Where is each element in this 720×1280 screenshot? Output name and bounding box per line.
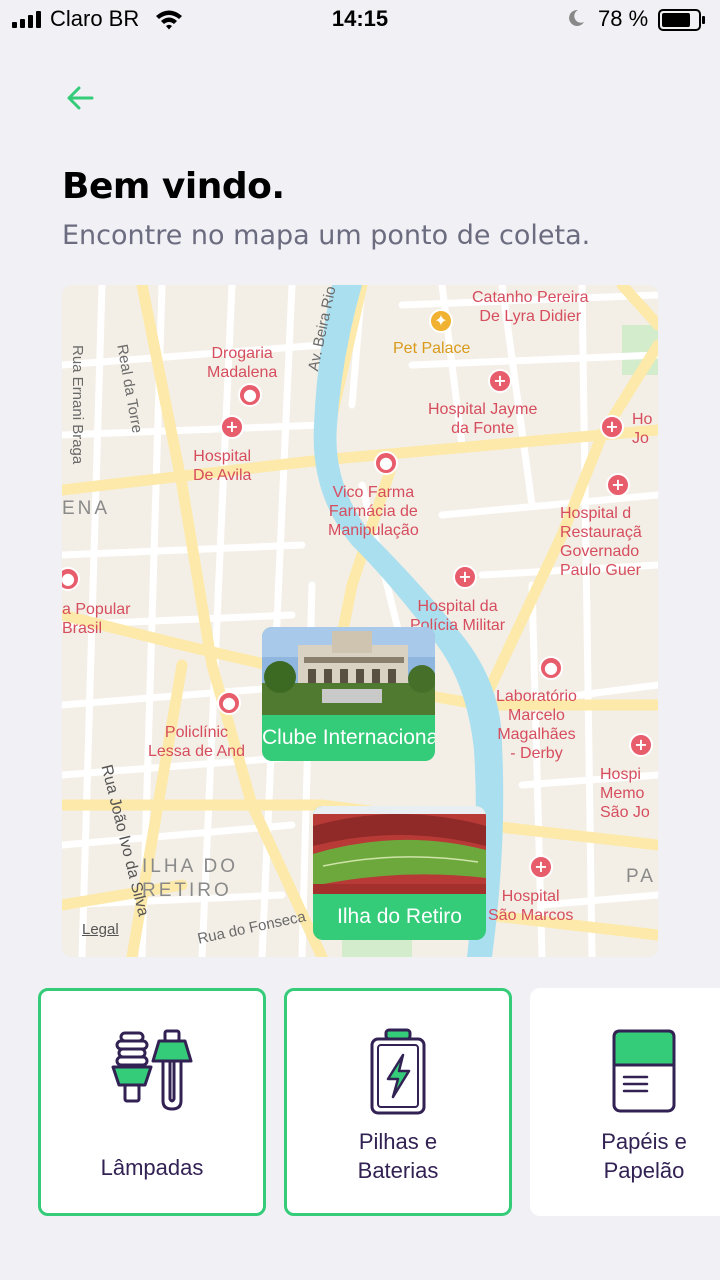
item-card-pilhas-baterias[interactable]: Pilhas e Baterias: [284, 988, 512, 1216]
hospital-pin-icon[interactable]: +: [529, 855, 553, 879]
battery-status-icon: [658, 9, 705, 31]
map-marker-clube-internacional[interactable]: Clube Internacional: [262, 627, 435, 761]
hospital-pin-icon[interactable]: +: [453, 565, 477, 589]
poi-label: Hospi Memo São Jo: [600, 766, 650, 821]
hospital-pin-icon[interactable]: +: [600, 415, 624, 439]
map-marker-ilha-do-retiro[interactable]: Ilha do Retiro: [313, 806, 486, 940]
battery-icon: [370, 1028, 426, 1115]
page-subtitle: Encontre no mapa um ponto de coleta.: [62, 220, 591, 251]
lamp-icon: [111, 1029, 193, 1111]
district-label: ILHA DO RETIRO: [142, 856, 238, 901]
marker-label: Clube Internacional: [262, 726, 435, 749]
hospital-pin-icon[interactable]: +: [220, 415, 244, 439]
street-label: Rua Ernani Braga: [69, 345, 86, 465]
poi-label: Drogaria Madalena: [207, 345, 278, 381]
poi-label: Hospital De Avila: [193, 448, 252, 484]
poi-label: Hospital d Restauraçã Governado Paulo Guer: [560, 505, 642, 579]
poi-label: a Popular Brasil: [62, 601, 131, 637]
moon-icon: [569, 9, 584, 26]
map[interactable]: ✦ ● + + + ● + ● + ● ● + + Catanho Pereir…: [62, 285, 658, 957]
item-label: Papéis e: [601, 1129, 687, 1154]
marker-photo: [262, 627, 435, 715]
item-card-lampadas[interactable]: Lâmpadas: [38, 988, 266, 1216]
poi-label: Catanho Pereira De Lyra Didier: [472, 289, 589, 325]
back-arrow-icon[interactable]: [62, 80, 98, 116]
item-label: Lâmpadas: [100, 1155, 204, 1180]
item-label: Papelão: [603, 1158, 685, 1183]
hospital-pin-icon[interactable]: +: [629, 733, 653, 757]
page-title: Bem vindo.: [62, 166, 285, 207]
poi-label: Laboratório Marcelo Magalhães - Derby: [496, 688, 577, 762]
poi-label: Ho Jo: [632, 411, 653, 447]
marker-label: Ilha do Retiro: [337, 905, 462, 928]
status-bar: Claro BR 14:15 78 %: [0, 0, 720, 40]
poi-label: Hospital São Marcos: [488, 888, 574, 924]
poi-label: Policlínic Lessa de And: [148, 724, 245, 760]
legal-link[interactable]: Legal: [82, 921, 119, 938]
marker-photo: [313, 806, 486, 894]
poi-label: Vico Farma Farmácia de Manipulação: [328, 484, 419, 539]
paper-icon: [612, 1029, 676, 1113]
hospital-pin-icon[interactable]: +: [606, 473, 630, 497]
district-label: PA: [626, 866, 656, 887]
items-carousel[interactable]: Lâmpadas Pilhas e Baterias Papéis e Pape…: [38, 988, 720, 1220]
district-label: ENA: [62, 498, 111, 519]
pet-shop-pin-icon[interactable]: ✦: [429, 309, 453, 333]
item-label: Baterias: [357, 1158, 439, 1183]
lab-pin-icon[interactable]: ●: [539, 656, 563, 680]
poi-label: Hospital Jayme da Fonte: [428, 401, 538, 437]
poi-label: Pet Palace: [393, 340, 471, 357]
pharmacy-pin-icon[interactable]: ●: [374, 451, 398, 475]
clinic-pin-icon[interactable]: ●: [217, 691, 241, 715]
item-card-papeis-papelao[interactable]: Papéis e Papelão: [530, 988, 720, 1216]
pharmacy-pin-icon[interactable]: ●: [238, 383, 262, 407]
item-label: Pilhas e: [358, 1129, 438, 1154]
battery-percentage: 78 %: [598, 6, 649, 31]
hospital-pin-icon[interactable]: +: [488, 369, 512, 393]
